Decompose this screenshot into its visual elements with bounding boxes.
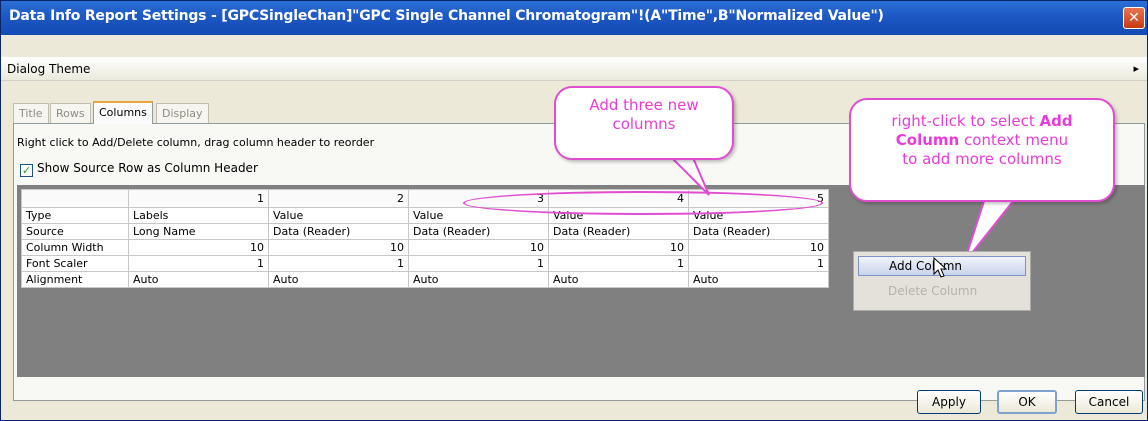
callout-line: Column context menu (851, 131, 1113, 150)
mouse-pointer-icon (933, 257, 947, 278)
grid-cell[interactable]: Value (268, 207, 409, 224)
callout-right-click: right-click to select Add Column context… (849, 98, 1115, 202)
title-bar[interactable]: Data Info Report Settings - [GPCSingleCh… (1, 1, 1147, 35)
ok-button[interactable]: OK (997, 390, 1057, 414)
apply-button[interactable]: Apply (917, 390, 981, 414)
grid-cell[interactable]: 10 (548, 239, 689, 256)
callout-bold-text: Column (895, 131, 960, 149)
grid-cell[interactable]: 10 (128, 239, 269, 256)
grid-cell[interactable]: Labels (128, 207, 269, 224)
grid-cell[interactable]: Long Name (128, 223, 269, 240)
grid-cell[interactable]: 10 (408, 239, 549, 256)
show-source-row-checkbox[interactable]: ✓ (20, 164, 33, 177)
highlight-ellipse (463, 191, 823, 215)
grid-cell[interactable]: Data (Reader) (408, 223, 549, 240)
grid-cell[interactable]: 1 (688, 255, 829, 272)
tab-display[interactable]: Display (156, 103, 209, 123)
table-row: Alignment Auto Auto Auto Auto Auto (21, 271, 829, 288)
grid-cell[interactable]: 1 (548, 255, 689, 272)
row-label: Font Scaler (21, 255, 129, 272)
grid-cell[interactable]: Auto (548, 271, 689, 288)
row-label: Source (21, 223, 129, 240)
callout-text: context menu (959, 131, 1069, 149)
window-title: Data Info Report Settings - [GPCSingleCh… (9, 8, 884, 24)
tab-title[interactable]: Title (13, 103, 49, 123)
show-source-row-option[interactable]: ✓ Show Source Row as Column Header (20, 161, 258, 177)
table-row: Column Width 10 10 10 10 10 (21, 239, 829, 256)
grid-cell[interactable]: 10 (268, 239, 409, 256)
dialog-theme-bar[interactable]: Dialog Theme ▸ (1, 57, 1147, 81)
grid-cell[interactable]: Auto (408, 271, 549, 288)
tab-rows[interactable]: Rows (50, 103, 91, 123)
callout-line: columns (612, 115, 676, 133)
row-label: Column Width (21, 239, 129, 256)
grid-cell[interactable]: 10 (688, 239, 829, 256)
grid-cell[interactable]: Data (Reader) (268, 223, 409, 240)
grid-cell[interactable]: Auto (688, 271, 829, 288)
grid-cell[interactable]: 1 (128, 255, 269, 272)
table-row: Source Long Name Data (Reader) Data (Rea… (21, 223, 829, 240)
grid-cell[interactable]: Auto (268, 271, 409, 288)
callout-bold-text: Add (1039, 112, 1073, 130)
menu-item-delete-column[interactable]: Delete Column (858, 282, 1026, 302)
show-source-row-label: Show Source Row as Column Header (37, 161, 258, 175)
callout-line: to add more columns (902, 150, 1062, 168)
grid-cell[interactable]: 1 (408, 255, 549, 272)
cancel-button[interactable]: Cancel (1075, 390, 1143, 414)
row-label: Type (21, 207, 129, 224)
callout-line: right-click to select Add (851, 112, 1113, 131)
close-button[interactable]: ✕ (1123, 7, 1145, 29)
column-header[interactable]: 1 (128, 189, 269, 208)
corner-cell (21, 189, 129, 208)
grid-cell[interactable]: Data (Reader) (548, 223, 689, 240)
expand-arrow-icon[interactable]: ▸ (1133, 62, 1139, 75)
dialog-theme-label: Dialog Theme (7, 62, 91, 76)
callout-add-three-columns: Add three new columns (554, 86, 734, 160)
callout-text: right-click to select (891, 112, 1040, 130)
dialog-window: Data Info Report Settings - [GPCSingleCh… (0, 0, 1148, 421)
row-label: Alignment (21, 271, 129, 288)
instruction-text: Right click to Add/Delete column, drag c… (17, 136, 375, 149)
callout-line: Add three new (589, 96, 699, 114)
tab-columns[interactable]: Columns (93, 101, 153, 124)
table-row: Font Scaler 1 1 1 1 1 (21, 255, 829, 272)
column-header[interactable]: 2 (268, 189, 409, 208)
grid-cell[interactable]: Data (Reader) (688, 223, 829, 240)
grid-cell[interactable]: Auto (128, 271, 269, 288)
grid-cell[interactable]: 1 (268, 255, 409, 272)
